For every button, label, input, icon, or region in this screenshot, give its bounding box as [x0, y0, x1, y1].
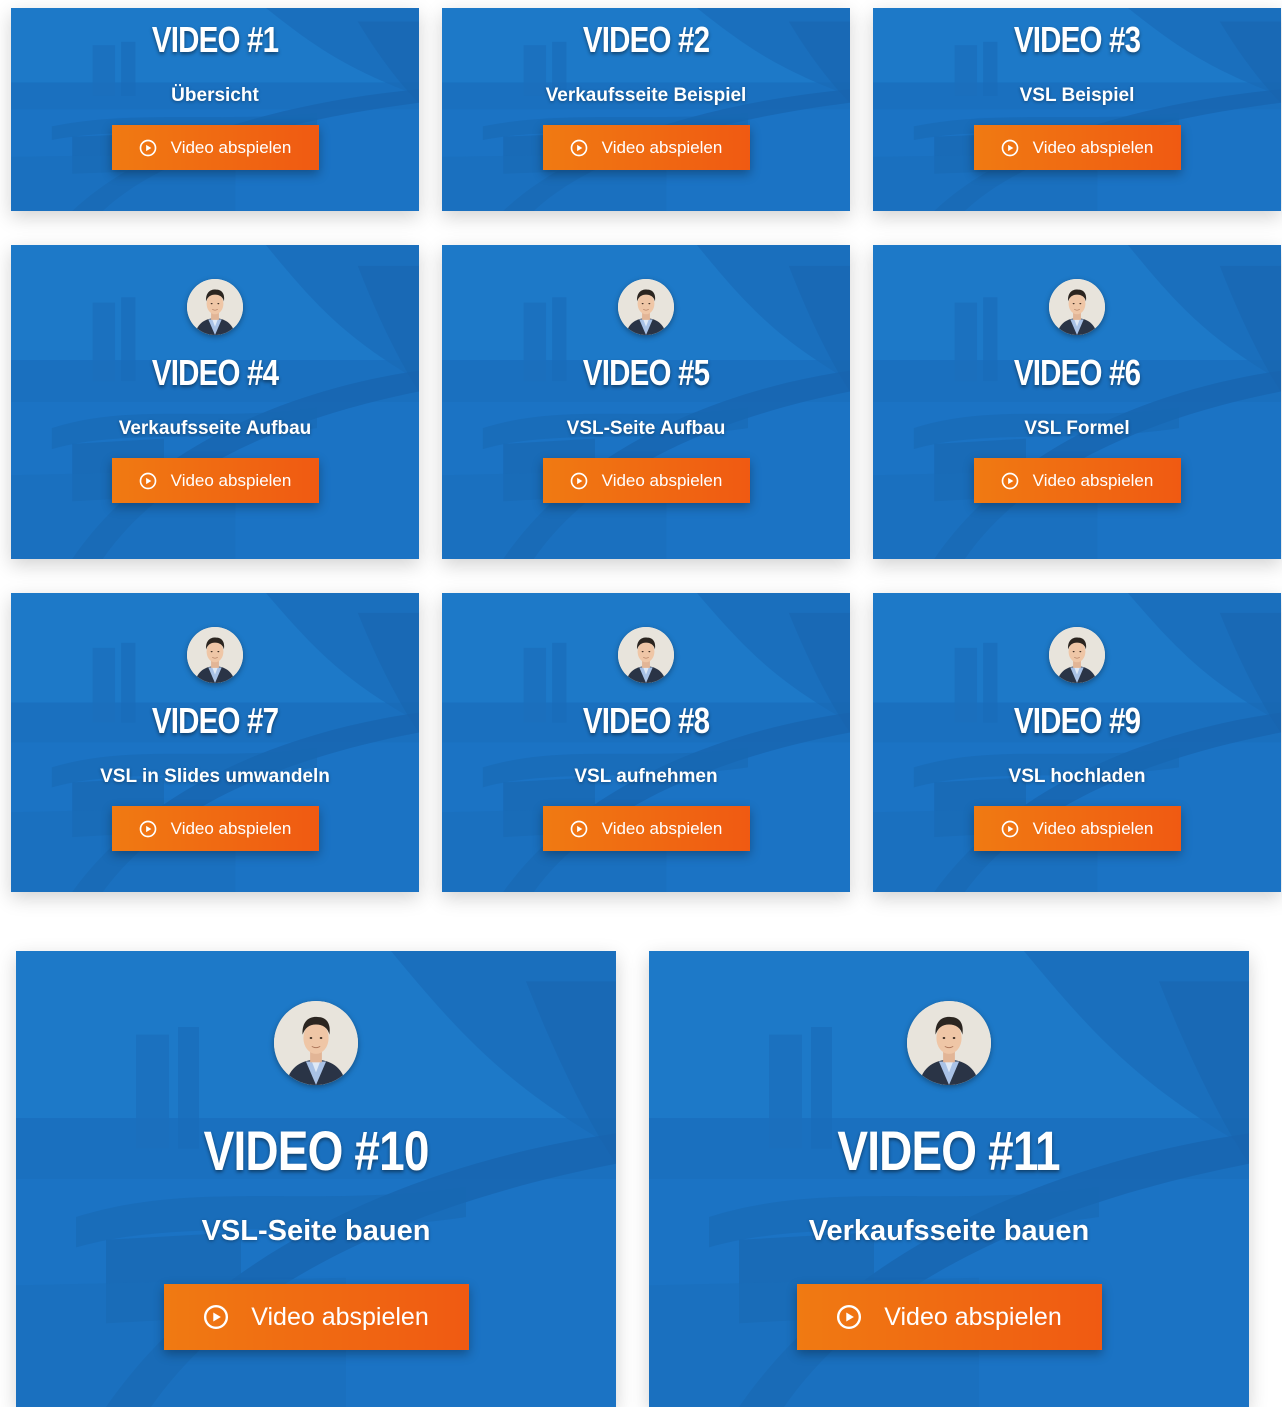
video-card-11: VIDEO #11 Verkaufsseite bauen Video absp… — [649, 951, 1249, 1407]
play-video-button[interactable]: Video abspielen — [542, 806, 750, 851]
play-video-button[interactable]: Video abspielen — [973, 125, 1181, 170]
play-circle-icon — [836, 1304, 862, 1330]
play-video-button[interactable]: Video abspielen — [111, 458, 319, 503]
button-label: Video abspielen — [1032, 137, 1154, 157]
play-circle-icon — [1001, 820, 1019, 838]
play-circle-icon — [570, 820, 588, 838]
play-circle-icon — [139, 820, 157, 838]
button-label: Video abspielen — [601, 470, 723, 490]
play-video-button[interactable]: Video abspielen — [163, 1284, 469, 1350]
play-circle-icon — [1001, 139, 1019, 157]
video-title: VIDEO #11 — [837, 1119, 1061, 1182]
play-video-button[interactable]: Video abspielen — [111, 806, 319, 851]
video-title: VIDEO #9 — [1013, 700, 1141, 741]
video-title: VIDEO #10 — [203, 1119, 430, 1182]
play-video-button[interactable]: Video abspielen — [973, 806, 1181, 851]
video-title: VIDEO #5 — [582, 352, 710, 393]
button-label: Video abspielen — [1032, 470, 1154, 490]
video-subtitle: VSL hochladen — [1008, 766, 1146, 787]
play-circle-icon — [139, 139, 157, 157]
play-circle-icon — [139, 472, 157, 490]
video-title: VIDEO #7 — [151, 700, 279, 741]
button-label: Video abspielen — [170, 137, 292, 157]
video-title: VIDEO #4 — [151, 352, 279, 393]
video-subtitle: VSL in Slides umwandeln — [100, 766, 330, 787]
video-card-4: VIDEO #4 Verkaufsseite Aufbau Video absp… — [11, 245, 419, 559]
video-subtitle: VSL Beispiel — [1019, 85, 1135, 106]
play-circle-icon — [570, 472, 588, 490]
video-subtitle: VSL Formel — [1024, 418, 1130, 439]
video-card-9: VIDEO #9 VSL hochladen Video abspielen — [873, 593, 1281, 892]
video-subtitle: VSL aufnehmen — [574, 766, 718, 787]
video-subtitle: Verkaufsseite Beispiel — [545, 85, 747, 106]
play-video-button[interactable]: Video abspielen — [542, 125, 750, 170]
video-title: VIDEO #8 — [582, 700, 710, 741]
play-video-button[interactable]: Video abspielen — [973, 458, 1181, 503]
button-label: Video abspielen — [601, 818, 723, 838]
video-card-3: VIDEO #3 VSL Beispiel Video abspielen — [873, 8, 1281, 211]
video-title: VIDEO #6 — [1013, 352, 1141, 393]
video-card-8: VIDEO #8 VSL aufnehmen Video abspielen — [442, 593, 850, 892]
play-video-button[interactable]: Video abspielen — [796, 1284, 1102, 1350]
presenter-avatar — [187, 279, 243, 335]
video-card-7: VIDEO #7 VSL in Slides umwandeln Video a… — [11, 593, 419, 892]
button-label: Video abspielen — [884, 1302, 1062, 1331]
play-circle-icon — [1001, 472, 1019, 490]
video-card-6: VIDEO #6 VSL Formel Video abspielen — [873, 245, 1281, 559]
video-title: VIDEO #2 — [582, 19, 710, 60]
video-subtitle: Verkaufsseite Aufbau — [118, 418, 312, 439]
video-subtitle: VSL-Seite Aufbau — [566, 418, 726, 439]
video-title: VIDEO #1 — [151, 19, 279, 60]
video-subtitle: Übersicht — [171, 85, 259, 106]
play-circle-icon — [570, 139, 588, 157]
presenter-avatar — [618, 627, 674, 683]
presenter-avatar — [187, 627, 243, 683]
video-subtitle: Verkaufsseite bauen — [808, 1215, 1090, 1247]
button-label: Video abspielen — [251, 1302, 429, 1331]
play-video-button[interactable]: Video abspielen — [542, 458, 750, 503]
presenter-avatar — [1049, 279, 1105, 335]
button-label: Video abspielen — [601, 137, 723, 157]
presenter-avatar — [1049, 627, 1105, 683]
video-card-1: VIDEO #1 Übersicht Video abspielen — [11, 8, 419, 211]
presenter-avatar — [274, 1001, 358, 1085]
video-title: VIDEO #3 — [1013, 19, 1141, 60]
video-subtitle: VSL-Seite bauen — [201, 1215, 431, 1247]
button-label: Video abspielen — [170, 818, 292, 838]
play-video-button[interactable]: Video abspielen — [111, 125, 319, 170]
presenter-avatar — [907, 1001, 991, 1085]
video-card-2: VIDEO #2 Verkaufsseite Beispiel Video ab… — [442, 8, 850, 211]
video-card-5: VIDEO #5 VSL-Seite Aufbau Video abspiele… — [442, 245, 850, 559]
button-label: Video abspielen — [170, 470, 292, 490]
play-circle-icon — [203, 1304, 229, 1330]
button-label: Video abspielen — [1032, 818, 1154, 838]
video-card-10: VIDEO #10 VSL-Seite bauen Video abspiele… — [16, 951, 616, 1407]
presenter-avatar — [618, 279, 674, 335]
